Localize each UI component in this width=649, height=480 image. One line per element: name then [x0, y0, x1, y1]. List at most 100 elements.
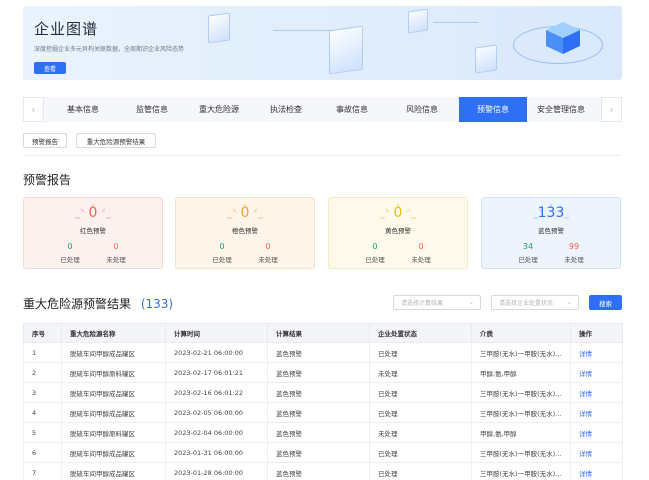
cell-calc-result: 蓝色预警 [267, 422, 370, 443]
cell-calc-time: 2023-01-31 06:00:00 [165, 442, 268, 463]
tab-risk-info[interactable]: 风险信息 [391, 97, 453, 122]
cell-disposal-status: 未处理 [369, 422, 472, 443]
cell-calc-result: 蓝色预警 [267, 462, 370, 480]
cell-index: 6 [23, 442, 62, 463]
subtab-hazard-warning-results[interactable]: 重大危险源预警结果 [76, 133, 156, 148]
orange-warning-count: 0 [240, 205, 250, 221]
cell-index: 7 [23, 462, 62, 480]
details-link[interactable]: 详情 [570, 382, 623, 403]
col-header-index: 序号 [23, 323, 62, 343]
tab-safety-management[interactable]: 安全管理信息 [529, 97, 593, 122]
cell-calc-result: 蓝色预警 [267, 342, 370, 363]
orange-warning-label: 橙色预警 [232, 227, 258, 235]
disposal-status-select[interactable]: 请选择企业处置状态 ⌄ [491, 295, 579, 310]
hazard-results-count: (133) [140, 297, 174, 311]
red-processed-label: 已处理 [60, 256, 80, 264]
cell-calc-result: 蓝色预警 [267, 382, 370, 403]
yellow-warning-count: 0 [393, 205, 403, 221]
red-unprocessed-count: 0 [113, 242, 119, 251]
details-link[interactable]: 详情 [570, 402, 623, 423]
details-link[interactable]: 详情 [570, 422, 623, 443]
search-button[interactable]: 搜索 [589, 295, 622, 310]
orange-warning-card[interactable]: 0 橙色预警 0 0 已处理 未处理 [175, 197, 315, 269]
blue-processed-count: 34 [522, 242, 534, 251]
cell-hazard-name: 脱硫车间甲醇成品罐区 [61, 462, 166, 480]
cell-hazard-name: 脱硫车间甲醇成品罐区 [61, 402, 166, 423]
blue-unprocessed-count: 99 [568, 242, 580, 251]
warning-report-title: 预警报告 [23, 173, 72, 187]
tab-basic-info[interactable]: 基本信息 [55, 97, 111, 122]
cell-calc-result: 蓝色预警 [267, 402, 370, 423]
calc-result-placeholder: 请选择计算结果 [401, 300, 444, 307]
table-row: 1 脱硫车间甲醇成品罐区 2023-02-21 06:00:00 蓝色预警 已处理 三甲胺… [23, 342, 623, 363]
tabs-next-arrow-icon[interactable]: › [601, 97, 622, 122]
yellow-processed-label: 已处理 [365, 256, 385, 264]
hazard-results-title-text: 重大危险源预警结果 [23, 297, 132, 311]
tab-accident-info[interactable]: 事故信息 [321, 97, 383, 122]
banner-title: 企业图谱 [34, 20, 99, 38]
calc-result-select[interactable]: 请选择计算结果 ⌄ [393, 295, 481, 310]
red-unprocessed-label: 未处理 [106, 256, 126, 264]
yellow-warning-card[interactable]: 0 黄色预警 0 0 已处理 未处理 [328, 197, 468, 269]
decoration-card-icon [208, 12, 230, 44]
tab-warning-info[interactable]: 预警信息 [459, 97, 527, 122]
cell-calc-time: 2023-02-16 06:01:22 [165, 382, 268, 403]
decoration-line [273, 30, 333, 31]
cell-disposal-status: 未处理 [369, 362, 472, 383]
cell-hazard-name: 脱硫车间甲醇成品罐区 [61, 442, 166, 463]
blue-warning-label: 蓝色预警 [538, 227, 564, 235]
col-header-medium: 介质 [471, 323, 571, 343]
cell-disposal-status: 已处理 [369, 402, 472, 423]
cell-index: 3 [23, 382, 62, 403]
cell-hazard-name: 脱硫车间甲醇成品罐区 [61, 342, 166, 363]
tab-law-enforcement[interactable]: 执法检查 [255, 97, 317, 122]
col-header-hazard-name: 重大危险源名称 [61, 323, 166, 343]
details-link[interactable]: 详情 [570, 442, 623, 463]
hazard-results-table: 序号 重大危险源名称 计算时间 计算结果 企业处置状态 介质 操作 1 脱硫车间甲… [23, 323, 623, 480]
decoration-card-icon [408, 8, 428, 34]
cell-index: 1 [23, 342, 62, 363]
cell-medium: 三甲胺(无水)一甲胺(无水)... [471, 442, 571, 463]
cell-disposal-status: 已处理 [369, 342, 472, 363]
details-link[interactable]: 详情 [570, 362, 623, 383]
cell-index: 2 [23, 362, 62, 383]
details-link[interactable]: 详情 [570, 462, 623, 480]
cell-hazard-name: 脱硫车间甲醇原料罐区 [61, 422, 166, 443]
red-warning-count: 0 [88, 205, 98, 221]
cell-medium: 甲醇,氨,甲醇 [471, 362, 571, 383]
cell-medium: 三甲胺(无水)一甲胺(无水)... [471, 382, 571, 403]
tab-major-hazard[interactable]: 重大危险源 [188, 97, 250, 122]
cell-index: 4 [23, 402, 62, 423]
banner-view-button[interactable]: 查看 [34, 62, 66, 74]
tabs-prev-arrow-icon[interactable]: ‹ [23, 97, 44, 122]
yellow-unprocessed-count: 0 [418, 242, 424, 251]
subtab-warning-report[interactable]: 预警报告 [23, 133, 67, 148]
cell-calc-result: 蓝色预警 [267, 442, 370, 463]
cell-disposal-status: 已处理 [369, 462, 472, 480]
cell-medium: 三甲胺(无水)一甲胺(无水)... [471, 462, 571, 480]
col-header-calc-time: 计算时间 [165, 323, 268, 343]
table-header-row: 序号 重大危险源名称 计算时间 计算结果 企业处置状态 介质 操作 [23, 323, 623, 343]
tab-supervision-info[interactable]: 监管信息 [121, 97, 183, 122]
col-header-calc-result: 计算结果 [267, 323, 370, 343]
cell-disposal-status: 已处理 [369, 382, 472, 403]
enterprise-graph-banner: 企业图谱 深度挖掘企业多元异构关联数据，全周期识企业风险态势 查看 [23, 6, 622, 80]
blue-warning-card[interactable]: 133 蓝色预警 34 99 已处理 未处理 [481, 197, 621, 269]
red-processed-count: 0 [67, 242, 73, 251]
table-row: 4 脱硫车间甲醇成品罐区 2023-02-05 06:00:00 蓝色预警 已处理 三甲胺… [23, 402, 623, 423]
yellow-warning-label: 黄色预警 [385, 227, 411, 235]
yellow-processed-count: 0 [372, 242, 378, 251]
decoration-line [433, 22, 478, 23]
cell-medium: 甲醇,氨,甲醇 [471, 422, 571, 443]
table-row: 3 脱硫车间甲醇成品罐区 2023-02-16 06:01:22 蓝色预警 已处理 三甲胺… [23, 382, 623, 403]
orange-processed-count: 0 [219, 242, 225, 251]
cell-calc-time: 2023-02-17 06:01:21 [165, 362, 268, 383]
red-warning-card[interactable]: 0 红色预警 0 0 已处理 未处理 [23, 197, 163, 269]
details-link[interactable]: 详情 [570, 342, 623, 363]
blue-warning-count: 133 [537, 205, 565, 221]
red-warning-label: 红色预警 [80, 227, 106, 235]
chevron-down-icon: ⌄ [566, 299, 572, 306]
cube-icon [546, 22, 580, 54]
cell-disposal-status: 已处理 [369, 442, 472, 463]
chevron-down-icon: ⌄ [468, 299, 474, 306]
